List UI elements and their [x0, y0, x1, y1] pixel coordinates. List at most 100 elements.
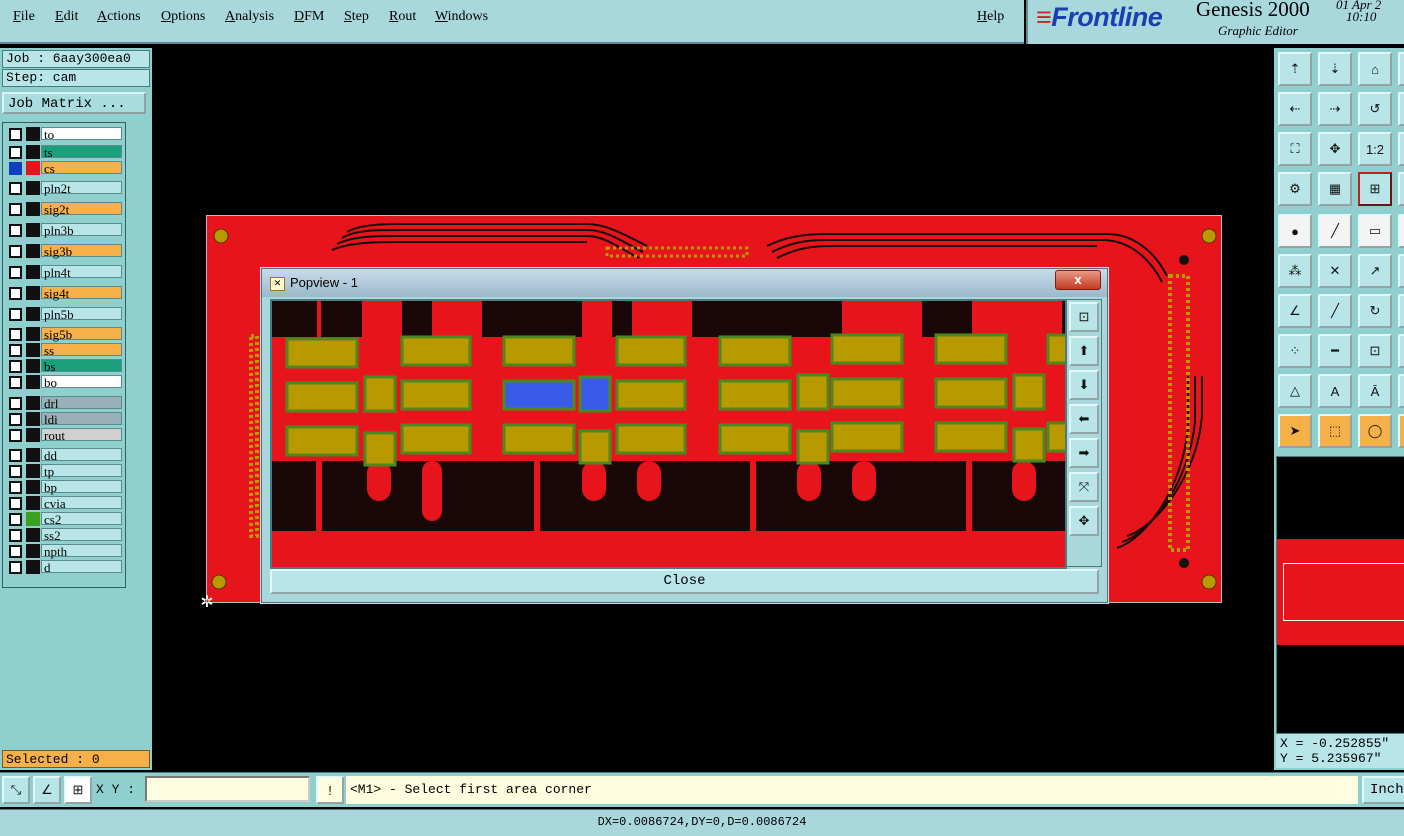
zoom-out-icon[interactable]: ✥ [1069, 506, 1099, 536]
layer-row-tp[interactable]: tp [5, 464, 123, 478]
layer-color-swatch[interactable] [26, 307, 40, 321]
toolbox-extra-icon[interactable] [1398, 52, 1404, 86]
layer-color-swatch[interactable] [26, 560, 40, 574]
undo-view-icon[interactable]: ↺ [1358, 92, 1392, 126]
layer-checkbox[interactable] [9, 360, 22, 373]
layer-row-cs2[interactable]: cs2 [5, 512, 123, 526]
select-circle-icon[interactable]: ◯ [1358, 414, 1392, 448]
layer-row-sig3b[interactable]: sig3b [5, 244, 123, 258]
pan-right-icon[interactable]: ➡ [1069, 438, 1099, 468]
toolbox-extra-icon-2[interactable] [1398, 92, 1404, 126]
zoom-in-icon[interactable]: ⤧ [1069, 472, 1099, 502]
layer-color-swatch[interactable] [26, 286, 40, 300]
text-a-icon[interactable]: A [1318, 374, 1352, 408]
text-a-bold-icon[interactable]: Ā [1358, 374, 1392, 408]
xy-input[interactable] [145, 776, 310, 802]
menu-dfm[interactable]: DFM [294, 9, 324, 25]
menu-options[interactable]: Options [161, 9, 205, 25]
connect-icon[interactable]: ⁂ [1278, 254, 1312, 288]
layer-name[interactable]: pln3b [41, 223, 122, 237]
layer-checkbox[interactable] [9, 513, 22, 526]
layer-color-swatch[interactable] [26, 528, 40, 542]
toolbox-extra-icon-7[interactable] [1398, 294, 1404, 328]
triangle-icon[interactable]: △ [1278, 374, 1312, 408]
layer-name[interactable]: d [41, 560, 122, 574]
warning-icon[interactable]: ! [316, 776, 344, 804]
layer-checkbox[interactable] [9, 497, 22, 510]
layer-row-bs[interactable]: bs [5, 359, 123, 373]
layer-name[interactable]: bo [41, 375, 122, 389]
layer-row-cs[interactable]: cs [5, 161, 123, 175]
layer-color-swatch[interactable] [26, 412, 40, 426]
layer-row-ss2[interactable]: ss2 [5, 528, 123, 542]
layer-row-pln5b[interactable]: pln5b [5, 307, 123, 321]
layer-name[interactable]: ts [41, 145, 122, 159]
layer-checkbox[interactable] [9, 429, 22, 442]
menu-analysis[interactable]: Analysis [225, 9, 274, 25]
select-arrow-icon[interactable]: ➤ [1278, 414, 1312, 448]
layer-row-ss[interactable]: ss [5, 343, 123, 357]
layer-color-swatch[interactable] [26, 428, 40, 442]
layer-name[interactable]: ldi [41, 412, 122, 426]
layer-color-swatch[interactable] [26, 544, 40, 558]
delete-icon[interactable]: ✕ [1318, 254, 1352, 288]
layer-row-sig5b[interactable]: sig5b [5, 327, 123, 341]
layer-name[interactable]: ss [41, 343, 122, 357]
toolbox-extra-icon-8[interactable] [1398, 334, 1404, 368]
layer-name[interactable]: drl [41, 396, 122, 410]
move-right-icon[interactable]: ⇢ [1318, 92, 1352, 126]
layer-checkbox[interactable] [9, 245, 22, 258]
menu-actions[interactable]: Actions [97, 9, 141, 25]
layer-name[interactable]: bs [41, 359, 122, 373]
minimap[interactable] [1276, 456, 1404, 734]
popview-canvas[interactable] [270, 299, 1067, 569]
home-icon[interactable]: ⌂ [1358, 52, 1392, 86]
layer-row-drl[interactable]: drl [5, 396, 123, 410]
layer-row-rout[interactable]: rout [5, 428, 123, 442]
menu-file[interactable]: File [13, 9, 35, 25]
layer-checkbox[interactable] [9, 203, 22, 216]
window-close-button[interactable]: x [1055, 270, 1101, 290]
layer-row-ldi[interactable]: ldi [5, 412, 123, 426]
layer-checkbox[interactable] [9, 481, 22, 494]
layer-color-swatch[interactable] [26, 396, 40, 410]
move-down-icon[interactable]: ⇣ [1318, 52, 1352, 86]
split-icon[interactable]: ━ [1318, 334, 1352, 368]
layer-color-swatch[interactable] [26, 480, 40, 494]
layer-color-swatch[interactable] [26, 375, 40, 389]
points-icon[interactable]: ⁘ [1278, 334, 1312, 368]
menu-help[interactable]: Help [977, 9, 1004, 25]
layer-checkbox[interactable] [9, 344, 22, 357]
grid-snap-icon[interactable]: ⊞ [64, 776, 92, 804]
layer-name[interactable]: ss2 [41, 528, 122, 542]
layer-name[interactable]: cvia [41, 496, 122, 510]
slash-icon[interactable]: ╱ [1318, 294, 1352, 328]
arc-icon[interactable]: ↻ [1358, 294, 1392, 328]
layer-checkbox[interactable] [9, 545, 22, 558]
layer-row-npth[interactable]: npth [5, 544, 123, 558]
layer-name[interactable]: sig2t [41, 202, 122, 216]
layer-color-swatch[interactable] [26, 265, 40, 279]
layer-checkbox[interactable] [9, 182, 22, 195]
layer-checkbox[interactable] [9, 287, 22, 300]
layer-name[interactable]: pln4t [41, 265, 122, 279]
units-button[interactable]: Inch [1362, 776, 1404, 804]
layer-name[interactable]: to [41, 127, 122, 141]
layer-color-swatch[interactable] [26, 223, 40, 237]
layer-name[interactable]: npth [41, 544, 122, 558]
toolbox-extra-icon-4[interactable] [1398, 172, 1404, 206]
layer-color-swatch[interactable] [26, 202, 40, 216]
pan-left-icon[interactable]: ⬅ [1069, 404, 1099, 434]
layer-name[interactable]: pln5b [41, 307, 122, 321]
layer-checkbox[interactable] [9, 128, 22, 141]
move-up-icon[interactable]: ⇡ [1278, 52, 1312, 86]
layer-color-swatch[interactable] [26, 496, 40, 510]
menu-step[interactable]: Step [344, 9, 369, 25]
layer-row-d[interactable]: d [5, 560, 123, 574]
layer-checkbox[interactable] [9, 308, 22, 321]
layer-checkbox[interactable] [9, 266, 22, 279]
toolbox-extra-icon-3[interactable] [1398, 132, 1404, 166]
layer-color-swatch[interactable] [26, 464, 40, 478]
move-left-icon[interactable]: ⇠ [1278, 92, 1312, 126]
layer-row-sig2t[interactable]: sig2t [5, 202, 123, 216]
